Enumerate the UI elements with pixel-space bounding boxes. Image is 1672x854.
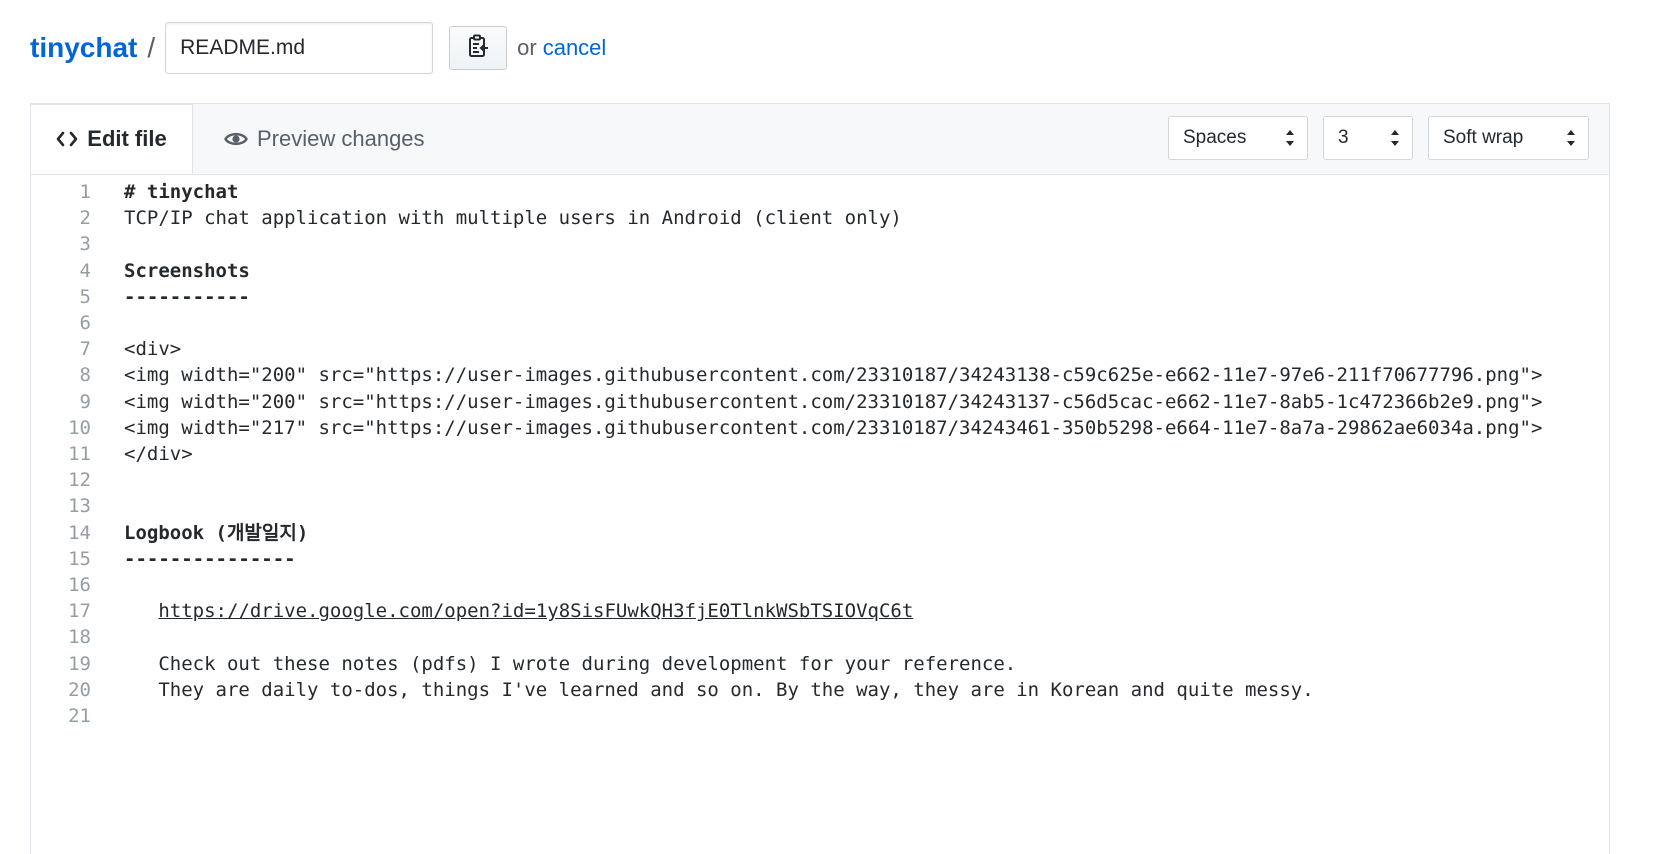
code-line-text: ----------- bbox=[124, 285, 250, 308]
code-line-text: Check out these notes (pdfs) I wrote dur… bbox=[124, 652, 1017, 675]
code-line[interactable]: 11 </div> bbox=[31, 440, 1609, 468]
line-number: 16 bbox=[68, 574, 91, 596]
code-line[interactable]: 8 <img width="200" src="https://user-imag… bbox=[31, 361, 1609, 389]
indent-size-value: 3 bbox=[1338, 127, 1349, 148]
indent-size-select[interactable]: 3 bbox=[1323, 116, 1413, 160]
code-line[interactable]: 21 bbox=[31, 702, 1609, 730]
code-line-text: https://drive.google.com/open?id=1y8SisF… bbox=[124, 597, 913, 625]
filename-input[interactable] bbox=[165, 22, 434, 74]
code-line[interactable]: 15 --------------- bbox=[31, 545, 1609, 573]
wrap-mode-select[interactable]: Soft wrap bbox=[1428, 116, 1589, 160]
line-number: 5 bbox=[79, 285, 91, 308]
code-line[interactable]: 3 bbox=[31, 230, 1609, 258]
code-line[interactable]: 16 bbox=[31, 571, 1609, 599]
code-line[interactable]: 12 bbox=[31, 466, 1609, 494]
code-line-text: # tinychat bbox=[124, 181, 239, 203]
code-line[interactable]: 5 ----------- bbox=[31, 283, 1609, 311]
code-line[interactable]: 13 bbox=[31, 492, 1609, 520]
code-line-text: Screenshots bbox=[124, 259, 250, 282]
code-line[interactable]: 20 They are daily to-dos, things I've le… bbox=[31, 676, 1609, 704]
code-line-text: <img width="200" src="https://user-image… bbox=[124, 390, 1543, 413]
editor-toolbar: Edit file Preview changes Spaces 3 Soft … bbox=[30, 104, 1609, 175]
code-line[interactable]: 1 # tinychat bbox=[31, 178, 1609, 206]
line-number: 2 bbox=[79, 207, 91, 230]
tab-edit-file[interactable]: Edit file bbox=[30, 104, 193, 174]
line-number: 13 bbox=[68, 495, 91, 518]
file-editor: Edit file Preview changes Spaces 3 Soft … bbox=[30, 103, 1610, 854]
code-line[interactable]: 2 TCP/IP chat application with multiple u… bbox=[31, 204, 1609, 232]
line-number: 6 bbox=[79, 312, 91, 334]
eye-icon bbox=[224, 130, 248, 148]
code-line-text: --------------- bbox=[124, 547, 296, 570]
breadcrumb: tinychat / or cancel bbox=[30, 20, 606, 76]
code-line[interactable]: 7 <div> bbox=[31, 335, 1609, 363]
code-editor-area[interactable]: 1 # tinychat 2 TCP/IP chat application with… bbox=[31, 174, 1609, 854]
select-arrows-icon bbox=[1286, 130, 1294, 146]
code-line-text: They are daily to-dos, things I've learn… bbox=[124, 678, 1314, 701]
line-number: 4 bbox=[79, 259, 91, 282]
wrap-mode-value: Soft wrap bbox=[1443, 127, 1524, 148]
line-number: 21 bbox=[68, 705, 91, 727]
line-number: 15 bbox=[68, 547, 91, 570]
cancel-link[interactable]: cancel bbox=[543, 35, 607, 61]
line-number: 8 bbox=[79, 364, 91, 387]
breadcrumb-separator: / bbox=[147, 32, 156, 63]
code-line[interactable]: 9 <img width="200" src="https://user-imag… bbox=[31, 388, 1609, 416]
line-number: 1 bbox=[79, 181, 91, 203]
tab-edit-file-label: Edit file bbox=[87, 126, 167, 151]
code-line[interactable]: 19 Check out these notes (pdfs) I wrote … bbox=[31, 650, 1609, 678]
code-line[interactable]: 18 bbox=[31, 623, 1609, 651]
indent-mode-value: Spaces bbox=[1183, 127, 1247, 148]
code-line-text: <img width="200" src="https://user-image… bbox=[124, 364, 1543, 387]
code-line-text: TCP/IP chat application with multiple us… bbox=[124, 207, 902, 230]
clipboard-icon bbox=[467, 34, 489, 63]
line-number: 14 bbox=[68, 521, 91, 544]
repo-link[interactable]: tinychat bbox=[30, 32, 137, 64]
tab-preview-changes-label: Preview changes bbox=[257, 126, 425, 151]
line-number: 9 bbox=[79, 390, 91, 413]
line-number: 18 bbox=[68, 626, 91, 649]
select-arrows-icon bbox=[1391, 130, 1399, 146]
code-line[interactable]: 10 <img width="217" src="https://user-ima… bbox=[31, 414, 1609, 442]
indent-mode-select[interactable]: Spaces bbox=[1168, 116, 1308, 160]
line-number: 11 bbox=[68, 443, 91, 465]
code-url-text: https://drive.google.com/open?id=1y8SisF… bbox=[158, 600, 914, 623]
line-number: 12 bbox=[68, 469, 91, 492]
code-line[interactable]: 4 Screenshots bbox=[31, 257, 1609, 285]
line-number: 20 bbox=[68, 678, 91, 701]
code-line-text: </div> bbox=[124, 443, 193, 465]
select-arrows-icon bbox=[1567, 130, 1575, 146]
code-line[interactable]: 6 bbox=[31, 309, 1609, 337]
code-line-text: <img width="217" src="https://user-image… bbox=[124, 416, 1543, 439]
tab-preview-changes[interactable]: Preview changes bbox=[224, 104, 425, 174]
or-text: or bbox=[517, 35, 537, 60]
line-number: 3 bbox=[79, 233, 91, 256]
code-line-text: <div> bbox=[124, 338, 182, 361]
code-line-text: Logbook (개발일지) bbox=[124, 521, 309, 544]
line-number: 19 bbox=[68, 652, 91, 675]
clipboard-button[interactable] bbox=[449, 26, 508, 70]
line-number: 17 bbox=[68, 600, 91, 623]
code-line[interactable]: 14 Logbook (개발일지) bbox=[31, 519, 1609, 547]
code-icon bbox=[56, 130, 78, 148]
line-number: 7 bbox=[79, 338, 91, 361]
code-line[interactable]: 17 https://drive.google.com/open?id=1y8S… bbox=[31, 597, 1609, 625]
line-number: 10 bbox=[68, 416, 91, 439]
